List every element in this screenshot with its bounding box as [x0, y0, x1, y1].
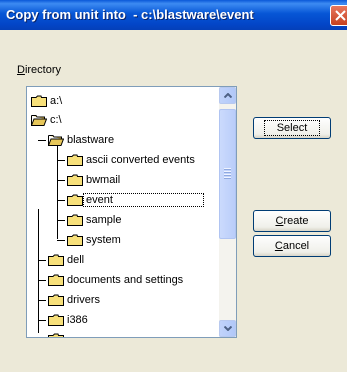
cancel-button-label: ancel	[282, 240, 310, 252]
tree-connector	[38, 337, 46, 338]
tree-item-label: system	[86, 234, 121, 246]
tree-item-event[interactable]: event	[67, 192, 204, 208]
scroll-up-button[interactable]	[219, 87, 236, 104]
tree-connector	[38, 209, 39, 333]
tree-item-label: event	[83, 193, 204, 207]
folder-closed-icon	[67, 194, 83, 206]
tree-connector	[38, 320, 46, 321]
tree-item-label: i386	[67, 314, 88, 326]
tree-connector	[38, 300, 46, 301]
tree-connector	[57, 160, 65, 161]
window-title: Copy from unit into - c:\blastware\event	[6, 7, 254, 22]
tree-item-label: c:\	[50, 114, 62, 126]
tree-item-label: ascii converted events	[86, 154, 195, 166]
scroll-grip	[224, 177, 231, 179]
tree-item-label: blastware	[67, 134, 115, 146]
folder-closed-icon	[48, 314, 64, 326]
scroll-grip	[224, 168, 231, 170]
folder-closed-icon	[48, 333, 64, 337]
create-button[interactable]: Create	[253, 210, 331, 232]
chevron-up-icon	[224, 93, 232, 98]
tree-connector	[57, 200, 65, 201]
tree-item-dell[interactable]: dell	[48, 252, 84, 268]
copy-dialog: Copy from unit into - c:\blastware\event…	[0, 0, 347, 372]
title-bar[interactable]: Copy from unit into - c:\blastware\event	[0, 0, 347, 30]
folder-closed-icon	[67, 214, 83, 226]
tree-item-label: bwmail	[86, 174, 121, 186]
directory-label: Directory	[17, 64, 61, 76]
tree-item-a-drive[interactable]: a:\	[31, 93, 62, 109]
tree-item-label: dell	[67, 254, 85, 266]
tree-connector	[57, 180, 65, 181]
tree-item-label: documents and settings	[67, 274, 184, 286]
scroll-down-button[interactable]	[219, 320, 236, 337]
close-button[interactable]	[330, 5, 347, 26]
tree-connector	[38, 260, 46, 261]
cancel-button[interactable]: Cancel	[253, 235, 331, 257]
tree-item-partial	[48, 331, 64, 337]
folder-closed-icon	[67, 174, 83, 186]
tree-item-c-drive[interactable]: c:\	[31, 112, 62, 128]
scroll-grip	[224, 171, 231, 173]
select-button[interactable]: Select	[253, 117, 331, 139]
folder-closed-icon	[67, 154, 83, 166]
tree-scrollbar[interactable]	[219, 87, 236, 337]
folder-closed-icon	[48, 254, 64, 266]
tree-item-label: sample	[86, 214, 122, 226]
directory-label-accel: D	[17, 64, 25, 76]
tree-item-label: drivers	[67, 294, 101, 306]
cancel-button-accel: C	[274, 240, 283, 252]
tree-connector	[57, 240, 65, 241]
folder-open-icon	[48, 135, 64, 146]
chevron-down-icon	[224, 326, 232, 331]
tree-connector	[38, 140, 46, 141]
tree-item-ascii-converted-events[interactable]: ascii converted events	[67, 152, 195, 168]
scroll-grip	[224, 174, 231, 176]
create-button-label: reate	[283, 215, 309, 227]
tree-item-i386[interactable]: i386	[48, 312, 88, 328]
tree-item-drivers[interactable]: drivers	[48, 292, 100, 308]
folder-closed-icon	[67, 234, 83, 246]
directory-tree[interactable]: a:\ c:\ blastware ascii converted events…	[26, 86, 237, 338]
folder-open-icon	[31, 115, 47, 126]
folder-closed-icon	[48, 274, 64, 286]
tree-connector	[57, 220, 65, 221]
tree-item-documents-and-settings[interactable]: documents and settings	[48, 272, 183, 288]
close-icon	[335, 10, 346, 21]
scroll-thumb[interactable]	[219, 109, 236, 239]
directory-label-rest: irectory	[24, 64, 62, 76]
tree-item-label: a:\	[50, 95, 63, 107]
folder-closed-icon	[31, 95, 47, 107]
tree-connector	[38, 280, 46, 281]
tree-item-blastware[interactable]: blastware	[48, 132, 114, 148]
select-button-label: Select	[276, 122, 308, 134]
folder-closed-icon	[48, 294, 64, 306]
tree-item-system[interactable]: system	[67, 232, 121, 248]
tree-item-sample[interactable]: sample	[67, 212, 121, 228]
tree-item-bwmail[interactable]: bwmail	[67, 172, 120, 188]
